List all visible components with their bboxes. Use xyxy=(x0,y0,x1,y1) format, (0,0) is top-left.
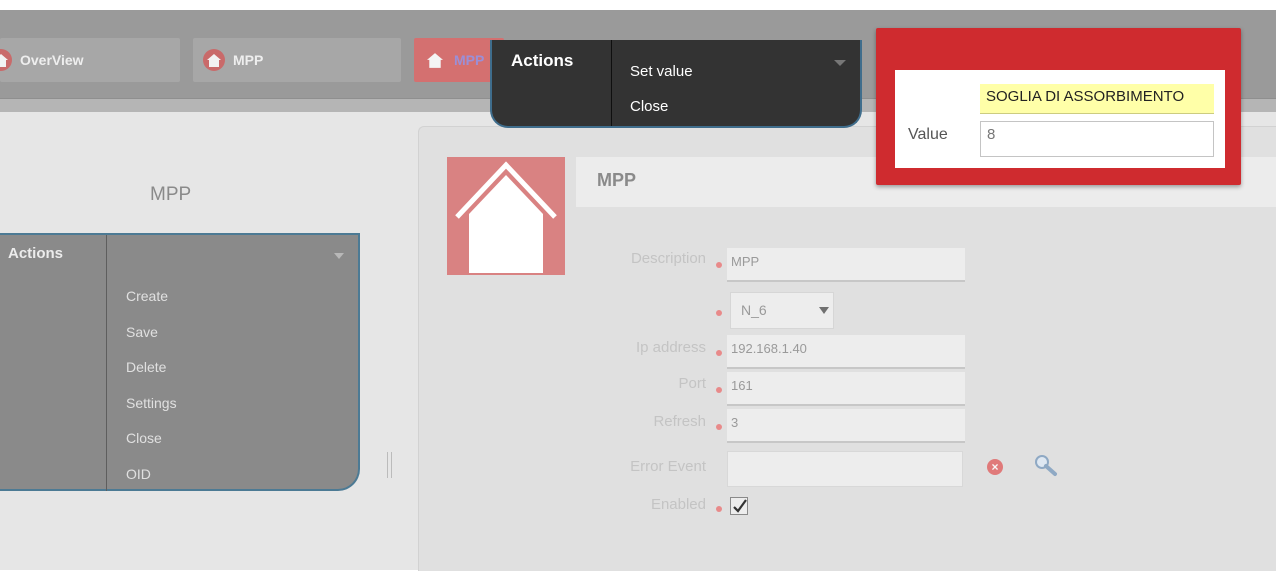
tab-label: MPP xyxy=(454,52,485,68)
actions-popup-list: Set value Close xyxy=(630,61,693,131)
port-label: Port xyxy=(678,375,706,392)
menu-item-oid[interactable]: OID xyxy=(126,465,177,501)
menu-item-create[interactable]: Create xyxy=(126,287,177,323)
chevron-down-icon[interactable] xyxy=(334,253,344,259)
search-icon[interactable] xyxy=(1032,452,1060,478)
left-actions-menu: Actions Create Save Delete Settings Clos… xyxy=(0,233,360,491)
node-select[interactable]: N_6 xyxy=(730,292,834,329)
value-dialog-title: SOGLIA DI ASSORBIMENTO xyxy=(980,84,1214,114)
menu-item-close[interactable]: Close xyxy=(126,429,177,465)
panel-title: MPP xyxy=(150,184,192,205)
menu-item-delete[interactable]: Delete xyxy=(126,358,177,394)
refresh-field[interactable]: 3 xyxy=(727,409,965,443)
tab-mpp[interactable]: MPP xyxy=(193,38,401,82)
actions-popup-label: Actions xyxy=(511,51,574,70)
tab-label: OverView xyxy=(20,52,84,68)
home-icon xyxy=(424,49,446,71)
refresh-label: Refresh xyxy=(653,413,706,430)
description-field[interactable]: MPP xyxy=(727,248,965,282)
select-value: N_6 xyxy=(741,302,767,318)
required-marker xyxy=(716,506,722,512)
menu-item-settings[interactable]: Settings xyxy=(126,394,177,430)
enabled-label: Enabled xyxy=(650,496,706,513)
value-label: Value xyxy=(908,126,948,143)
menu-item-save[interactable]: Save xyxy=(126,323,177,359)
required-marker xyxy=(716,387,722,393)
left-actions-list: Create Save Delete Settings Close OID xyxy=(126,287,177,500)
panel-splitter[interactable] xyxy=(387,452,392,478)
home-icon xyxy=(203,49,225,71)
actions-label: Actions xyxy=(8,245,64,262)
tab-overview[interactable]: OverView xyxy=(0,38,180,82)
clear-icon[interactable]: × xyxy=(987,459,1003,475)
value-input[interactable]: 8 xyxy=(980,121,1214,157)
required-marker xyxy=(716,310,722,316)
ip-address-field[interactable]: 192.168.1.40 xyxy=(727,335,965,369)
port-field[interactable]: 161 xyxy=(727,372,965,406)
menu-divider xyxy=(106,235,107,491)
menu-divider xyxy=(611,40,612,126)
required-marker xyxy=(716,262,722,268)
enabled-checkbox[interactable] xyxy=(730,497,748,515)
menu-item-set-value[interactable]: Set value xyxy=(630,61,693,96)
tab-label: MPP xyxy=(233,52,264,68)
check-icon xyxy=(733,499,747,513)
error-event-label: Error Event xyxy=(630,458,706,475)
home-icon xyxy=(0,49,12,71)
chevron-down-icon xyxy=(819,307,829,314)
menu-item-close[interactable]: Close xyxy=(630,96,693,131)
error-event-field[interactable] xyxy=(727,451,963,487)
required-marker xyxy=(716,350,722,356)
description-label: Description xyxy=(630,250,706,267)
ip-address-label: Ip address xyxy=(635,339,706,356)
chevron-down-icon[interactable] xyxy=(834,60,846,66)
top-strip xyxy=(0,0,1276,10)
actions-popup: Actions Set value Close xyxy=(490,40,862,128)
required-marker xyxy=(716,424,722,430)
detail-title: MPP xyxy=(597,170,637,190)
